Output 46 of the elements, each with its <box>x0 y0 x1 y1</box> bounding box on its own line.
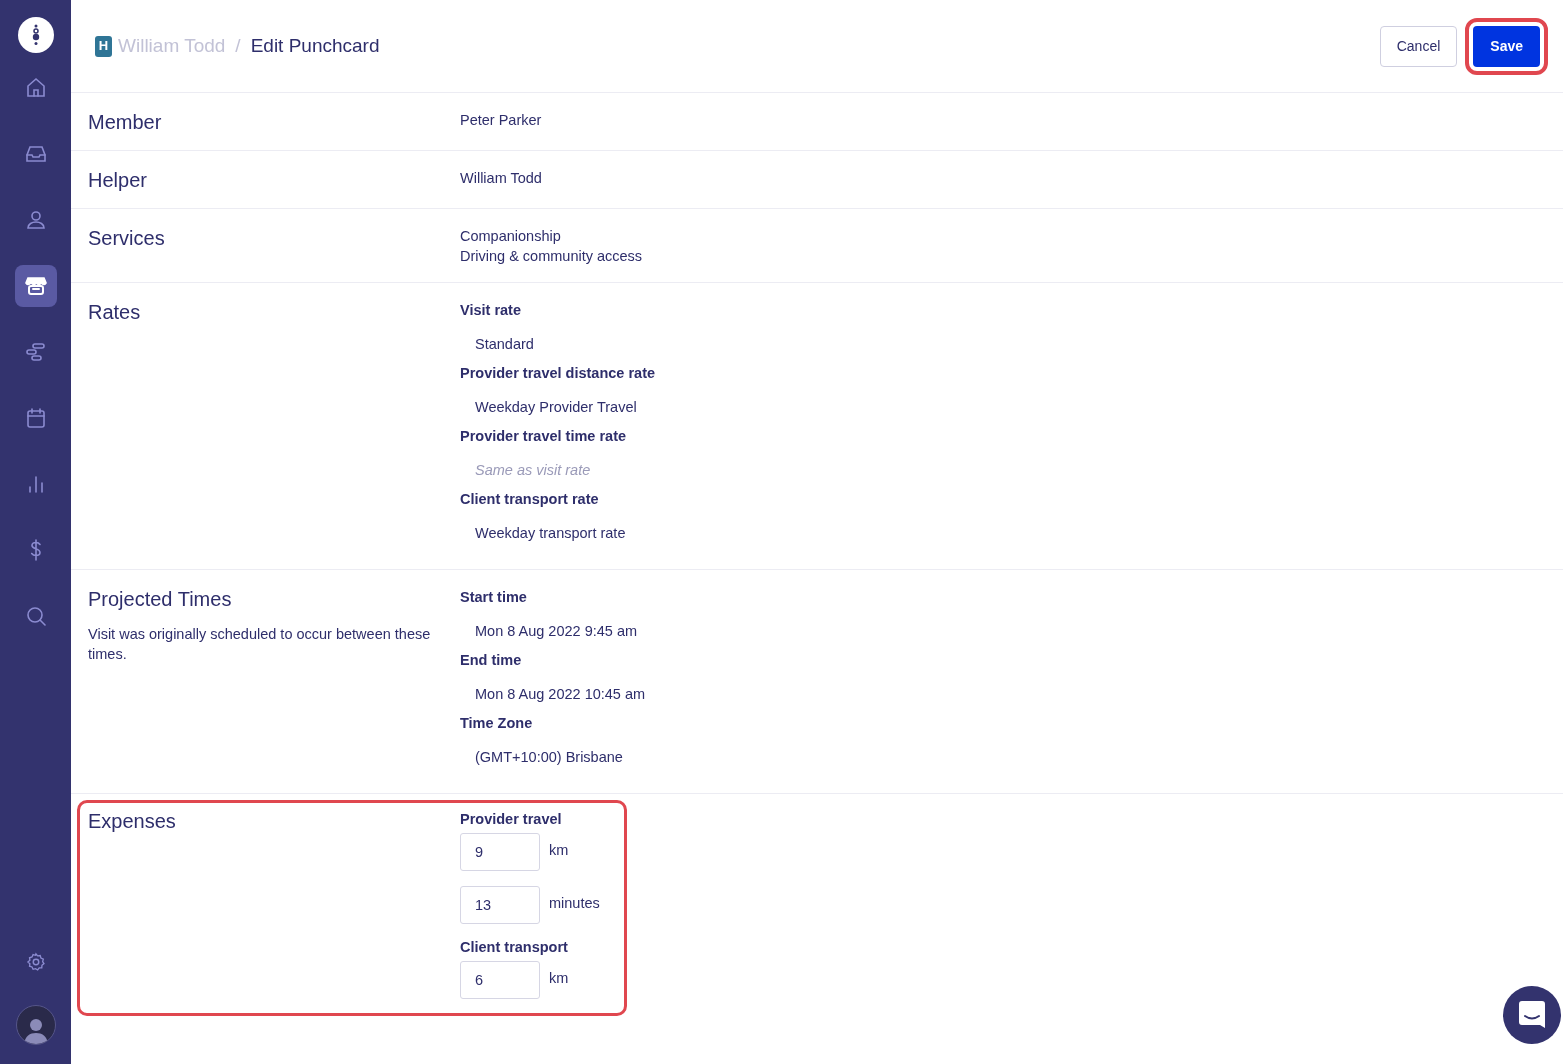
section-title: Helper <box>88 168 148 192</box>
field-label: Visit rate <box>460 301 522 320</box>
section-title: Member <box>88 110 163 134</box>
field-label: Client transport rate <box>460 490 600 509</box>
user-avatar[interactable] <box>15 1005 56 1045</box>
unit-label: km <box>549 841 569 860</box>
section-title: Services <box>88 226 166 250</box>
brand-badge: H <box>95 35 112 57</box>
field-value: Weekday Provider Travel <box>474 398 638 417</box>
section-title: Rates <box>88 300 142 324</box>
number-input[interactable]: 6 <box>460 961 540 999</box>
section-title: Expenses <box>88 809 177 833</box>
chat-launcher[interactable] <box>1503 986 1561 1044</box>
field-value: Weekday transport rate <box>474 524 627 543</box>
field-value: Standard <box>474 335 535 354</box>
page-title: Edit Punchcard <box>250 33 380 58</box>
app-logo[interactable] <box>17 17 54 53</box>
field-label: Provider travel distance rate <box>460 364 656 383</box>
field-label: Time Zone <box>460 714 534 733</box>
number-input[interactable]: 13 <box>460 886 540 924</box>
field-value: Companionship <box>460 227 562 246</box>
timeline-icon <box>23 340 48 364</box>
field-value: William Todd <box>460 169 542 188</box>
breadcrumb-separator: / <box>235 33 241 58</box>
dots-logo-icon <box>30 23 41 47</box>
field-label: End time <box>460 651 523 670</box>
field-value: Driving & community access <box>460 247 643 266</box>
chat-bubble-icon <box>1518 1000 1546 1030</box>
field-label: Start time <box>460 588 528 607</box>
section-description: Visit was originally scheduled to occur between these times. <box>88 625 432 664</box>
field-value: Mon 8 Aug 2022 10:45 am <box>474 685 646 704</box>
field-value: Peter Parker <box>460 111 542 130</box>
cancel-button[interactable]: Cancel <box>1379 25 1458 67</box>
number-input[interactable]: 9 <box>460 833 540 871</box>
field-value: Mon 8 Aug 2022 9:45 am <box>474 622 639 641</box>
settings-icon <box>24 951 47 973</box>
nav-item[interactable] <box>14 265 57 307</box>
field-value: (GMT+10:00) Brisbane <box>474 748 624 767</box>
field-label: Client transport <box>460 938 569 957</box>
field-label: Provider travel time rate <box>460 427 628 446</box>
section-title: Projected Times <box>88 587 233 611</box>
unit-label: minutes <box>549 894 600 913</box>
field-label: Provider travel <box>460 810 563 829</box>
field-value: Same as visit rate <box>474 461 592 480</box>
unit-label: km <box>549 969 569 988</box>
store-icon <box>23 274 48 298</box>
